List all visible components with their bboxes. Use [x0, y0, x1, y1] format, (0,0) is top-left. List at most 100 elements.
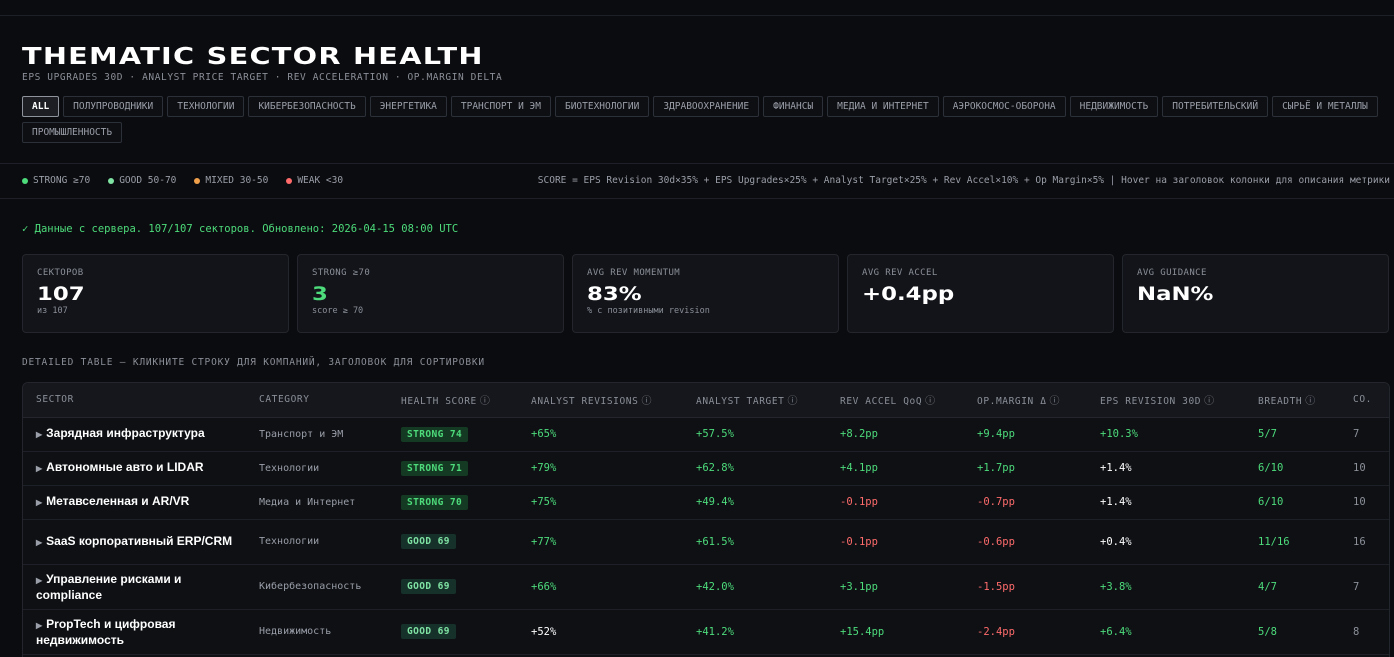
health-score-badge: GOOD 69	[401, 534, 456, 549]
page-subtitle: EPS UPGRADES 30D · ANALYST PRICE TARGET …	[22, 72, 503, 83]
filter-chip-аэрокосмос-оборона[interactable]: АЭРОКОСМОС-ОБОРОНА	[942, 96, 1066, 117]
column-header-sector[interactable]: SECTOR	[23, 383, 246, 418]
card-value: 83%	[587, 283, 642, 305]
data-status: ✓ Данные с сервера. 107/107 секторов. Об…	[22, 223, 459, 235]
info-icon[interactable]: ⓘ	[925, 396, 936, 407]
filter-chip-транспорт-и-эм[interactable]: ТРАНСПОРТ И ЭМ	[450, 96, 551, 117]
filter-chip-кибербезопасность[interactable]: КИБЕРБЕЗОПАСНОСТЬ	[248, 96, 366, 117]
filter-chip-сырьё-и-металлы[interactable]: СЫРЬЁ И МЕТАЛЛЫ	[1272, 96, 1378, 117]
analyst-revisions-cell: +52%	[518, 609, 683, 655]
category-cell: Технологии	[246, 519, 388, 565]
sector-cell: ▶ Автономные авто и LIDAR	[23, 451, 246, 486]
health-score-cell: STRONG 70	[388, 485, 518, 520]
analyst-target-cell: +49.4%	[683, 485, 827, 520]
legend-label: STRONG ≥70	[33, 175, 91, 186]
sector-cell: ▶ PropTech и цифровая недвижимость	[23, 609, 246, 655]
column-header-label: ANALYST TARGET	[696, 396, 785, 408]
company-count-cell: 7	[1340, 564, 1389, 610]
table-header-row: SECTOR CATEGORY HEALTH SCORE ⓘ ANALYST REVIS…	[23, 383, 1389, 418]
expand-caret-icon[interactable]: ▶	[36, 498, 42, 507]
column-header-label: HEALTH SCORE	[401, 396, 477, 408]
health-score-badge: STRONG 70	[401, 494, 469, 510]
expand-caret-icon[interactable]: ▶	[36, 430, 42, 439]
column-header-label: EPS REVISION 30D	[1100, 396, 1202, 408]
column-header-breadth[interactable]: BREADTH ⓘ	[1245, 383, 1340, 418]
filter-chip-здравоохранение[interactable]: ЗДРАВООХРАНЕНИЕ	[653, 96, 760, 117]
filter-chip-биотехнологии[interactable]: БИОТЕХНОЛОГИИ	[554, 96, 650, 117]
summary-card: AVG REV ACCEL +0.4pp	[847, 254, 1114, 333]
legend-item: STRONG ≥70	[22, 175, 90, 186]
info-icon[interactable]: ⓘ	[787, 396, 798, 407]
table-body: ▶ Зарядная инфраструктура Транспорт и ЭМ ST…	[23, 417, 1389, 655]
company-count-cell: 10	[1340, 485, 1389, 520]
legend-label: MIXED 30-50	[205, 175, 269, 186]
legend-label: WEAK <30	[297, 175, 344, 186]
sector-name: PropTech и цифровая недвижимость	[36, 616, 176, 647]
card-value: 107	[37, 283, 85, 305]
top-bar	[0, 0, 1394, 16]
filter-chip-медиа-и-интернет[interactable]: МЕДИА И ИНТЕРНЕТ	[827, 96, 939, 117]
filter-chip-финансы[interactable]: ФИНАНСЫ	[763, 96, 824, 117]
rev-accel-cell: +15.4pp	[827, 609, 964, 655]
breadth-cell: 4/7	[1245, 564, 1340, 610]
table-row[interactable]: ▶ Автономные авто и LIDAR Технологии STRONG…	[23, 451, 1389, 486]
page-title: THEMATIC SECTOR HEALTH	[22, 44, 484, 70]
info-icon[interactable]: ⓘ	[1050, 396, 1061, 407]
health-score-badge: STRONG 71	[401, 460, 469, 476]
expand-caret-icon[interactable]: ▶	[36, 538, 42, 547]
card-value: +0.4pp	[862, 283, 955, 305]
analyst-revisions-cell: +79%	[518, 451, 683, 486]
health-score-badge: GOOD 69	[401, 624, 456, 639]
breadth-cell: 5/7	[1245, 417, 1340, 452]
eps-revision-cell: +10.3%	[1087, 417, 1245, 452]
info-icon[interactable]: ⓘ	[641, 396, 652, 407]
expand-caret-icon[interactable]: ▶	[36, 464, 42, 473]
column-header-health-score[interactable]: HEALTH SCORE ⓘ	[388, 383, 518, 418]
company-count-cell: 10	[1340, 451, 1389, 486]
info-icon[interactable]: ⓘ	[1305, 396, 1316, 407]
filter-chip-технологии[interactable]: ТЕХНОЛОГИИ	[167, 96, 245, 117]
breadth-cell: 5/8	[1245, 609, 1340, 655]
sector-cell: ▶ Зарядная инфраструктура	[23, 417, 246, 452]
column-header-co[interactable]: CO.	[1340, 383, 1389, 418]
filter-chip-полупроводники[interactable]: ПОЛУПРОВОДНИКИ	[63, 96, 164, 117]
filter-chip-промышленность[interactable]: ПРОМЫШЛЕННОСТЬ	[22, 122, 123, 143]
score-legend: STRONG ≥70 GOOD 50-70 MIXED 30-50 WEAK <30	[22, 175, 343, 186]
op-margin-cell: -2.4pp	[964, 609, 1087, 655]
table-row[interactable]: ▶ Управление рисками и compliance Кибербез…	[23, 564, 1389, 610]
legend-dot-icon	[108, 177, 115, 184]
table-row[interactable]: ▶ PropTech и цифровая недвижимость Недвижи…	[23, 609, 1389, 655]
info-icon[interactable]: ⓘ	[1204, 396, 1215, 407]
info-icon[interactable]: ⓘ	[480, 396, 491, 407]
column-header-rev-accel-qoq[interactable]: REV ACCEL QoQ ⓘ	[827, 383, 964, 418]
table-row[interactable]: ▶ Зарядная инфраструктура Транспорт и ЭМ ST…	[23, 417, 1389, 452]
card-subtext: из 107	[37, 306, 68, 316]
sector-cell: ▶ Управление рисками и compliance	[23, 564, 246, 610]
filter-chip-all[interactable]: ALL	[22, 96, 60, 117]
table-row[interactable]: ▶ SaaS корпоративный ERP/CRM Технологии GOO…	[23, 519, 1389, 565]
filter-chip-потребительский[interactable]: ПОТРЕБИТЕЛЬСКИЙ	[1162, 96, 1269, 117]
category-cell: Кибербезопасность	[246, 564, 388, 610]
legend-dot-icon	[194, 177, 201, 184]
filter-chip-энергетика[interactable]: ЭНЕРГЕТИКА	[369, 96, 447, 117]
column-header-analyst-revisions[interactable]: ANALYST REVISIONS ⓘ	[518, 383, 683, 418]
table-row[interactable]: ▶ Метавселенная и AR/VR Медиа и Интернет ST…	[23, 485, 1389, 520]
card-label: AVG REV ACCEL	[862, 268, 938, 278]
column-header-label: CATEGORY	[259, 394, 310, 406]
sector-table-container: SECTOR CATEGORY HEALTH SCORE ⓘ ANALYST REVIS…	[22, 382, 1390, 657]
expand-caret-icon[interactable]: ▶	[36, 621, 42, 630]
column-header-op-margin[interactable]: OP.MARGIN Δⓘ	[964, 383, 1087, 418]
page-header: THEMATIC SECTOR HEALTH EPS UPGRADES 30D …	[22, 44, 1382, 83]
column-header-category[interactable]: CATEGORY	[246, 383, 388, 418]
legend-item: GOOD 50-70	[108, 175, 176, 186]
legend-dot-icon	[22, 177, 28, 184]
legend-bar: STRONG ≥70 GOOD 50-70 MIXED 30-50 WEAK <30 …	[0, 163, 1394, 199]
expand-caret-icon[interactable]: ▶	[36, 576, 42, 585]
eps-revision-cell: +0.4%	[1087, 519, 1245, 565]
column-header-analyst-target[interactable]: ANALYST TARGET ⓘ	[683, 383, 827, 418]
analyst-revisions-cell: +65%	[518, 417, 683, 452]
score-formula: SCORE = EPS Revision 30d×35% + EPS Upgra…	[537, 175, 1390, 186]
filter-chip-недвижимость[interactable]: НЕДВИЖИМОСТЬ	[1069, 96, 1159, 117]
sector-name: Управление рисками и compliance	[36, 571, 182, 602]
column-header-eps-revision-30d[interactable]: EPS REVISION 30D ⓘ	[1087, 383, 1245, 418]
